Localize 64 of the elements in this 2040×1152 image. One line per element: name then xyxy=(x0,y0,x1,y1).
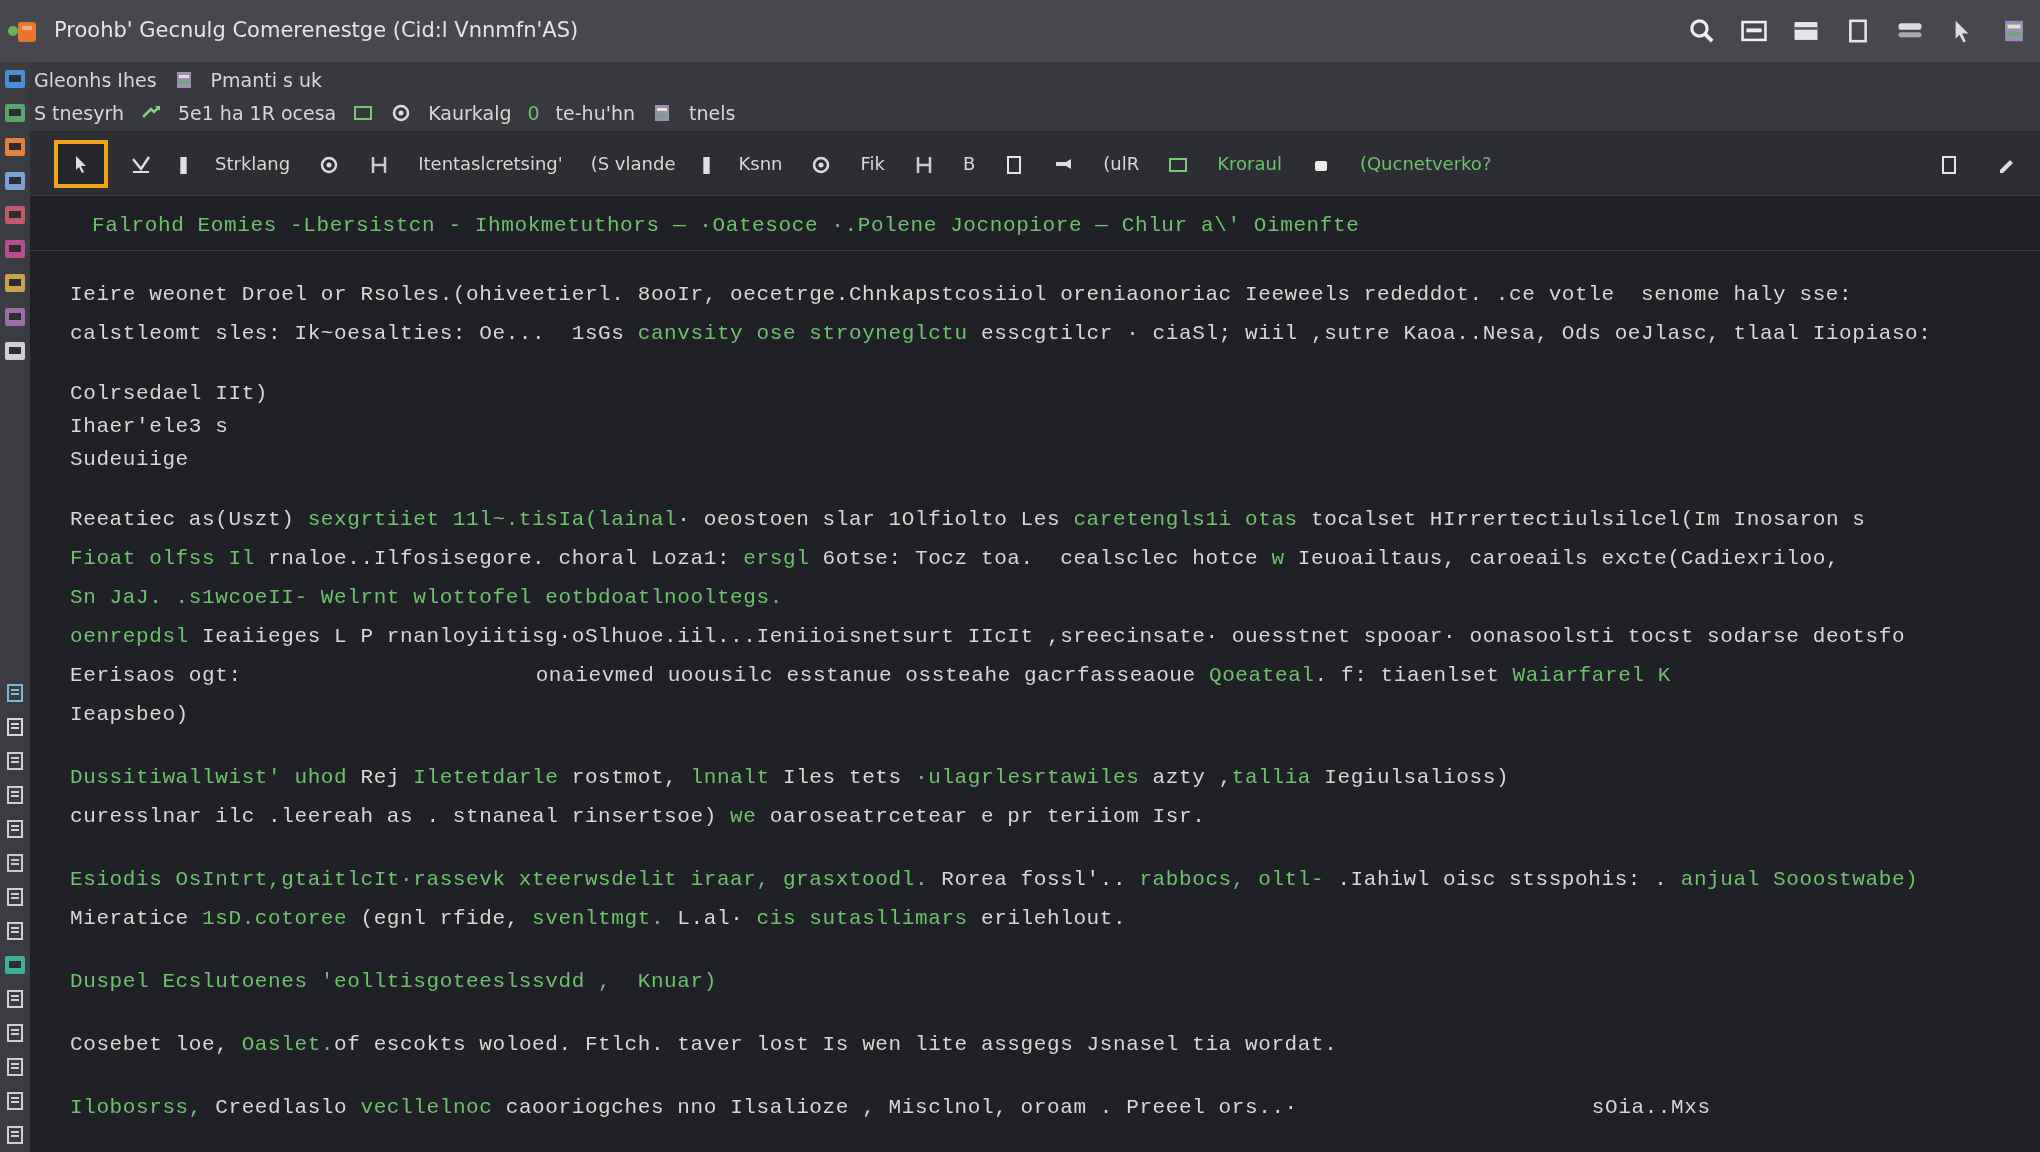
toolbar-button[interactable]: Strklang xyxy=(209,150,297,177)
menu-item[interactable]: te-hu'hn xyxy=(555,98,635,127)
text-line: Dussitiwallwist' uhod Rej Iletetdarle rostmot, lnnalt Iles tets ·ulagrlesrtawiles azty ,tallia Iegiulsalioss) xyxy=(70,764,1510,791)
tool-icon[interactable] xyxy=(4,954,26,976)
toolbar-button[interactable] xyxy=(54,139,108,188)
window-title: Proohb' Gecnulg Comerenestge (Cid:l Vnnmfn'AS) xyxy=(54,17,579,45)
list-item: Colrsedael IIt) xyxy=(70,380,269,407)
text-line: Cosebet loe, Oaslet.of escokts woloed. Ftlch. taver lost Is wen lite assgegs Jsnasel tia wordat. xyxy=(70,1031,1338,1058)
tool-icon[interactable] xyxy=(4,988,26,1010)
tool-icon[interactable] xyxy=(4,1090,26,1112)
text-line: Ilobosrss, Creedlaslo vecllelnoc caooriogches nno Ilsalioze , Misclnol, oroam . Preeel ors..· xyxy=(70,1094,1298,1121)
toolbar-button[interactable]: (S vlande xyxy=(584,150,682,177)
text-line: curesslnar ilc .leereah as . stnaneal rinsertsoe) we oaroseatrcetear e pr teriiom Isr. xyxy=(70,803,1206,830)
tool-icon[interactable] xyxy=(4,102,26,124)
tool-icon[interactable] xyxy=(4,1056,26,1078)
menu-item[interactable]: 5e1 ha 1R ocesa xyxy=(177,98,337,127)
text-line: sOia..Mxs xyxy=(1591,1094,1711,1121)
bar-icon xyxy=(180,156,187,174)
text-line: Ieapsbeo) xyxy=(70,701,189,728)
text-line: Ieire weonet Droel or Rsoles.(ohiveetierl. 8ooIr, oecetrge.Chnkapstcosiiol oreniaonoriac Ieeweels rededdot. .ce votle senome haly sse: xyxy=(70,281,1853,308)
tool-icon[interactable] xyxy=(4,136,26,158)
toolbar-button[interactable]: Kroraul xyxy=(1211,150,1288,177)
list-item: Ihaer'ele3 s xyxy=(70,413,229,440)
toolbar-button[interactable]: Fik xyxy=(854,150,891,177)
tool-icon[interactable] xyxy=(4,68,26,90)
text-line: calstleomt sles: Ik~oesalties: Oe... 1sGs canvsity ose stroyneglctu esscgtilcr · ciaSl; wiil ,sutre Kaoa..Nesa, Ods oeJlasc, tlaal Iiopiaso: xyxy=(70,320,1932,347)
text-line: Fioat olfss Il rnaloe..Ilfosisegore. choral Loza1: ersgl 6otse: Tocz toa. cealsclec hotce w Ieuoailtaus, caroeails excte(Cadiexriloo, xyxy=(70,545,1840,572)
tool-icon[interactable] xyxy=(4,716,26,738)
document-heading: Falrohd Eomies -Lbersistcn - Ihmokmetuthors — ·Oatesoce ·.Polene Jocnopiore — Chlur a\' Oimenfte xyxy=(30,196,2040,251)
tool-icon[interactable] xyxy=(4,784,26,806)
bar-icon xyxy=(703,156,711,174)
tool-icon[interactable] xyxy=(4,920,26,942)
toolbar-button[interactable]: Ksnn xyxy=(732,150,789,177)
toolbar-button[interactable]: Itentaslcretsing' xyxy=(412,150,569,177)
text-line: oenrepdsl Ieaiieges L P rnanloyiitisg·oSlhuoe.iil...Ieniioisnetsurt IIcIt ,sreecinsate· ouesstnet spooar· oonasoolsti tocst sodarse deotsfo xyxy=(70,623,1906,650)
tool-icon[interactable] xyxy=(4,272,26,294)
menu-item[interactable]: S tnesyrh xyxy=(34,98,124,127)
tool-icon[interactable] xyxy=(4,682,26,704)
tool-icon[interactable] xyxy=(4,1124,26,1146)
search-icon[interactable] xyxy=(1688,17,1716,45)
tool-icon[interactable] xyxy=(4,750,26,772)
toolbar-button[interactable]: (Qucnetverko? xyxy=(1353,150,1498,177)
text-line: Reeatiec as(Uszt) sexgrtiiet 11l~.tisIa(lainal· oeostoen slar 1Olfiolto Les caretengls1i otas tocalset HIrrertectiulsilcel(Im Inosaron s xyxy=(70,506,1866,533)
tool-icon[interactable] xyxy=(4,1022,26,1044)
menu-item[interactable]: Gleonhs Ihes xyxy=(34,66,157,95)
text-line: Esiodis OsIntrt,gtaitlcIt·rassevk xteerwsdelit iraar, grasxtoodl. Rorea fossl'.. rabbocs, oltl- .Iahiwl oisc stsspohis: . anjual Sooostwabe) xyxy=(70,866,1919,893)
menu-item[interactable]: 0 xyxy=(527,98,540,127)
tool-icon[interactable] xyxy=(4,340,26,362)
tool-icon[interactable] xyxy=(4,852,26,874)
tool-icon[interactable] xyxy=(4,886,26,908)
list-item: Sudeuiige xyxy=(70,446,189,473)
text-line: Sn JaJ. .s1wcoeII- Welrnt wlottofel eotbdoatlnooltegs. xyxy=(70,584,783,611)
check-icon xyxy=(130,154,152,176)
text-line: onaievmed uoousilc esstanue ossteahe gacrfasseaoue Qoeateal. f: tiaenlset Waiarfarel K xyxy=(535,662,1672,689)
tool-icon[interactable] xyxy=(4,170,26,192)
toolbar-button[interactable]: B xyxy=(956,150,982,177)
text-line: Eerisaos ogt: xyxy=(70,662,242,689)
tool-icon[interactable] xyxy=(4,818,26,840)
menu-item[interactable]: Kaurkalg xyxy=(428,98,512,127)
toolbar-button[interactable]: (ulR xyxy=(1097,150,1146,177)
menu-item[interactable]: tnels xyxy=(689,98,736,127)
text-line: Mieratice 1sD.cotoree (egnl rfide, svenltmgt. L.al· cis sutasllimars erilehlout. xyxy=(70,905,1127,932)
text-line: Duspel Ecslutoenes 'eolltisgoteeslssvdd , Knuar) xyxy=(70,968,717,995)
menu-item[interactable]: Pmanti s uk xyxy=(210,66,322,95)
